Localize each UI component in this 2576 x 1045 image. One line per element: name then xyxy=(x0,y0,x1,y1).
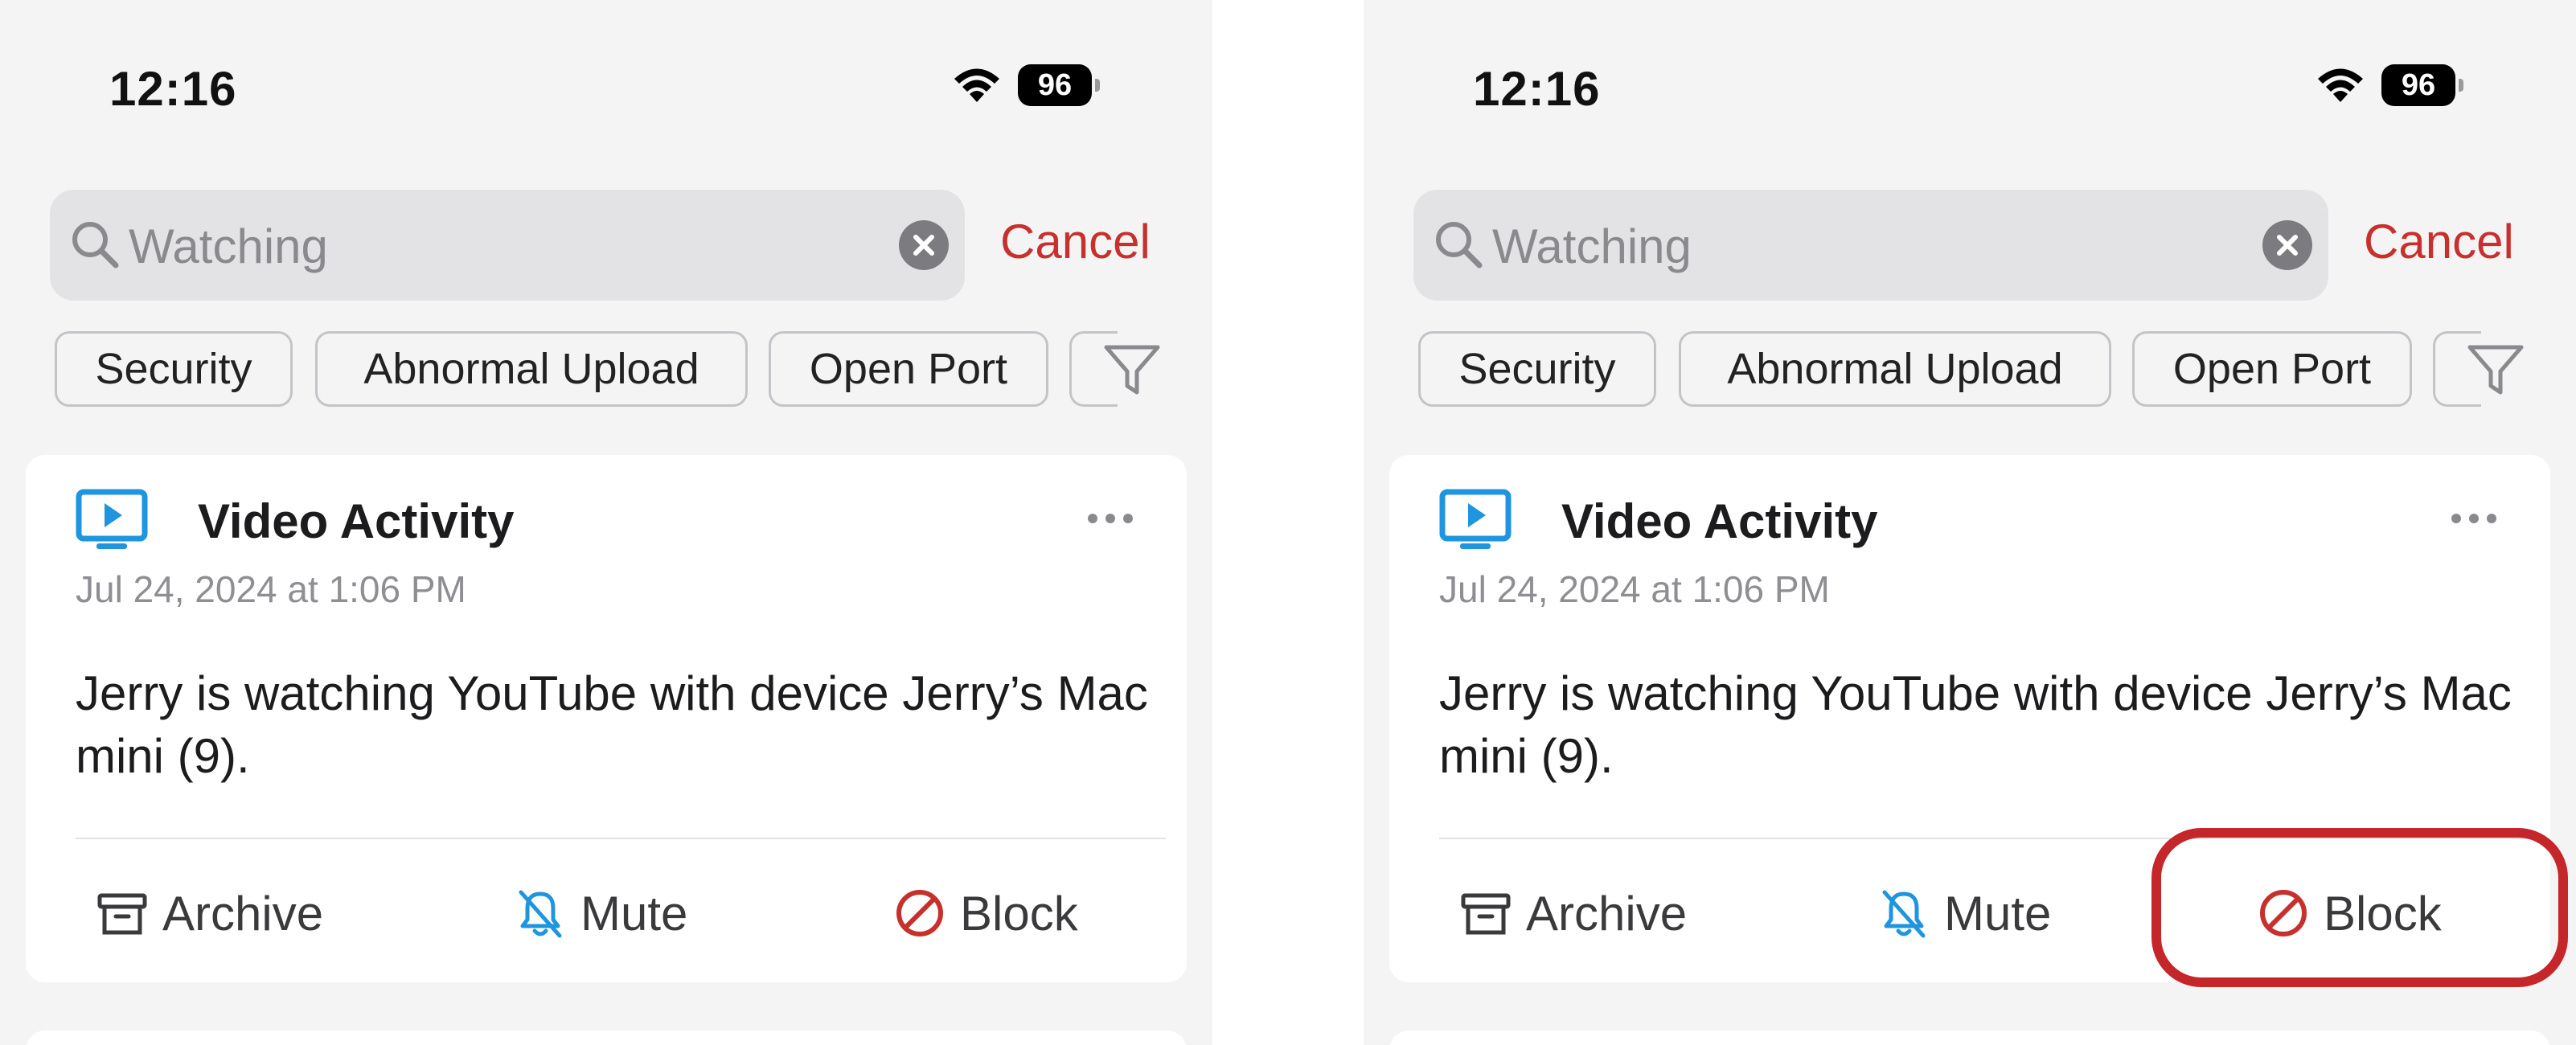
filter-icon[interactable] xyxy=(1101,341,1163,399)
status-time: 12:16 xyxy=(1473,62,1601,116)
filter-icon[interactable] xyxy=(2465,341,2526,399)
battery-level: 96 xyxy=(2381,64,2455,106)
status-time: 12:16 xyxy=(109,62,237,116)
card-timestamp: Jul 24, 2024 at 1:06 PM xyxy=(76,568,466,610)
filter-chip-abnormal-upload[interactable]: Abnormal Upload xyxy=(315,331,748,407)
search-input[interactable]: Watching xyxy=(1492,219,1692,274)
bell-slash-icon xyxy=(519,890,562,938)
filter-chip-open-port[interactable]: Open Port xyxy=(769,331,1048,407)
filter-chip-abnormal-upload[interactable]: Abnormal Upload xyxy=(1679,331,2111,407)
block-button[interactable]: Block xyxy=(894,873,1078,953)
archive-button[interactable]: Archive xyxy=(1460,873,1687,953)
block-label: Block xyxy=(960,886,1078,940)
search-input[interactable]: Watching xyxy=(129,219,328,274)
mute-button[interactable]: Mute xyxy=(515,873,687,953)
clear-icon[interactable] xyxy=(899,220,949,270)
search-field[interactable]: Watching xyxy=(1413,190,2328,301)
archive-label: Archive xyxy=(162,886,324,940)
more-options-icon[interactable] xyxy=(1085,511,1135,526)
archive-icon xyxy=(97,893,147,935)
mute-button[interactable]: Mute xyxy=(1878,873,2051,953)
mute-label: Mute xyxy=(580,886,688,940)
card-title: Video Activity xyxy=(198,494,515,548)
next-activity-card[interactable] xyxy=(1389,1031,2550,1045)
battery-indicator: 96 xyxy=(1018,64,1100,106)
status-icons: 96 xyxy=(2316,64,2463,106)
battery-tip xyxy=(1095,79,1100,92)
filter-chip-security[interactable]: Security xyxy=(55,331,293,407)
cancel-button[interactable]: Cancel xyxy=(2364,214,2514,269)
more-options-icon[interactable] xyxy=(2449,511,2499,526)
cancel-button[interactable]: Cancel xyxy=(1000,214,1151,269)
battery-indicator: 96 xyxy=(2381,64,2463,106)
status-icons: 96 xyxy=(952,64,1100,106)
block-icon xyxy=(896,890,943,936)
card-timestamp: Jul 24, 2024 at 1:06 PM xyxy=(1439,568,1830,610)
clear-icon[interactable] xyxy=(2262,220,2312,270)
battery-level: 96 xyxy=(1018,64,1092,106)
search-icon xyxy=(72,222,119,268)
bell-slash-icon xyxy=(1882,890,1926,938)
archive-button[interactable]: Archive xyxy=(96,873,323,953)
wifi-icon xyxy=(2318,68,2363,102)
mute-label: Mute xyxy=(1944,886,2052,940)
highlight-ring xyxy=(2151,828,2568,987)
search-icon xyxy=(1436,222,1483,268)
battery-tip xyxy=(2459,79,2463,92)
video-play-icon xyxy=(76,489,148,549)
card-message: Jerry is watching YouTube with device Je… xyxy=(1439,666,2512,783)
activity-card[interactable]: Video Activity Jul 24, 2024 at 1:06 PM J… xyxy=(26,455,1187,982)
card-message: Jerry is watching YouTube with device Je… xyxy=(76,666,1148,783)
filter-chip-security[interactable]: Security xyxy=(1418,331,1656,407)
video-play-icon xyxy=(1439,489,1512,549)
search-field[interactable]: Watching xyxy=(50,190,965,301)
wifi-icon xyxy=(954,68,999,102)
archive-icon xyxy=(1461,893,1511,935)
filter-chip-open-port[interactable]: Open Port xyxy=(2132,331,2412,407)
phone-screen-left: 12:16 96 Watching Cancel Security Abnorm… xyxy=(0,0,1212,1045)
card-divider xyxy=(76,838,1166,839)
card-title: Video Activity xyxy=(1561,494,1878,548)
next-activity-card[interactable] xyxy=(26,1031,1187,1045)
archive-label: Archive xyxy=(1526,886,1688,940)
